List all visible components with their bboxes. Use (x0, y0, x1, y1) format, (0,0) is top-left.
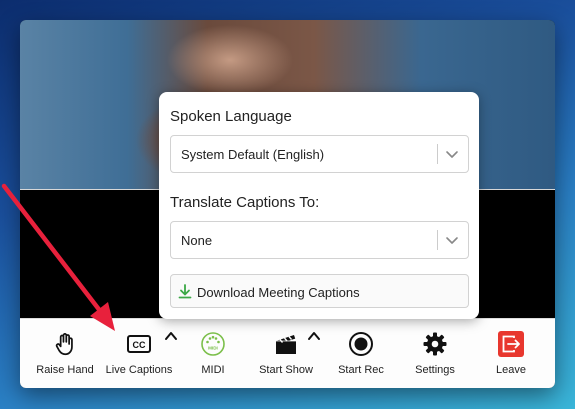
settings-button[interactable]: Settings (405, 319, 465, 388)
leave-button[interactable]: Leave (480, 319, 542, 388)
leave-exit-icon (498, 331, 524, 357)
clapperboard-icon (276, 335, 296, 354)
spoken-language-value: System Default (English) (181, 147, 325, 162)
spoken-language-label: Spoken Language (170, 108, 292, 125)
closed-captions-icon: CC (127, 335, 151, 353)
select-separator (437, 144, 438, 164)
hand-icon (55, 333, 73, 356)
midi-label: MIDI (201, 364, 225, 376)
leave-label: Leave (496, 364, 526, 376)
chevron-down-icon (446, 151, 458, 158)
gear-icon (423, 332, 447, 356)
raise-hand-label: Raise Hand (36, 364, 94, 376)
start-rec-label: Start Rec (338, 364, 384, 376)
captions-caret-up-icon[interactable] (163, 329, 179, 343)
show-caret-up-icon[interactable] (306, 329, 322, 343)
download-captions-label: Download Meeting Captions (197, 285, 360, 300)
download-captions-button[interactable]: Download Meeting Captions (170, 274, 469, 308)
midi-badge-text: MIDI (208, 346, 218, 351)
start-rec-button[interactable]: Start Rec (330, 319, 392, 388)
chevron-down-icon (446, 237, 458, 244)
meeting-toolbar: Raise Hand CC Live Captions MIDI MIDI St… (20, 318, 555, 388)
download-icon (178, 284, 192, 299)
midi-icon: MIDI (201, 332, 225, 356)
raise-hand-button[interactable]: Raise Hand (30, 319, 100, 388)
spoken-language-select[interactable]: System Default (English) (170, 135, 469, 173)
settings-label: Settings (415, 364, 455, 376)
select-separator (437, 230, 438, 250)
translate-captions-value: None (181, 233, 213, 248)
midi-button[interactable]: MIDI MIDI (185, 319, 241, 388)
record-icon (349, 332, 373, 356)
live-captions-label: Live Captions (105, 364, 173, 376)
translate-captions-select[interactable]: None (170, 221, 469, 259)
start-show-label: Start Show (259, 364, 313, 376)
translate-captions-label: Translate Captions To: (170, 194, 320, 211)
svg-text:CC: CC (133, 340, 146, 350)
captions-settings-popup: Spoken Language System Default (English)… (159, 92, 479, 319)
